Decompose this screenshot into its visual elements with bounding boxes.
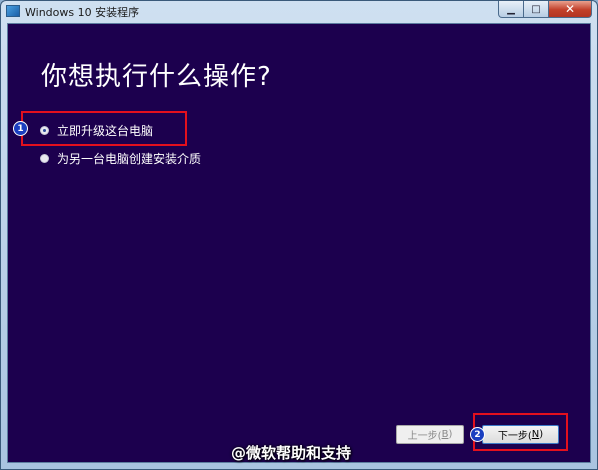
caption-buttons: ▁ □ ✕ xyxy=(498,1,592,19)
title-bar[interactable]: Windows 10 安装程序 ▁ □ ✕ xyxy=(1,1,597,21)
watermark: @微软帮助和支持 xyxy=(231,444,352,462)
setup-window: Windows 10 安装程序 ▁ □ ✕ 你想执行什么操作? 立即升级这台电脑… xyxy=(0,0,598,470)
windows-setup-icon xyxy=(6,5,20,17)
highlight-box-next xyxy=(473,413,568,451)
step-badge-1: 1 xyxy=(13,121,28,136)
close-button[interactable]: ✕ xyxy=(549,1,592,18)
highlight-box-option xyxy=(21,111,187,146)
option-create-media[interactable]: 为另一台电脑创建安装介质 xyxy=(40,150,201,167)
page-title: 你想执行什么操作? xyxy=(41,62,272,92)
window-title: Windows 10 安装程序 xyxy=(25,6,140,19)
minimize-icon: ▁ xyxy=(507,3,515,15)
back-button[interactable]: 上一步(B) xyxy=(396,425,464,444)
setup-content: 你想执行什么操作? 立即升级这台电脑 为另一台电脑创建安装介质 1 上一步(B)… xyxy=(7,23,591,463)
minimize-button[interactable]: ▁ xyxy=(498,1,524,18)
maximize-icon: □ xyxy=(531,3,541,15)
maximize-button[interactable]: □ xyxy=(524,1,549,18)
close-icon: ✕ xyxy=(564,2,576,16)
radio-create-media[interactable] xyxy=(40,154,49,163)
step-badge-2: 2 xyxy=(470,427,485,442)
option-label: 为另一台电脑创建安装介质 xyxy=(57,152,202,166)
